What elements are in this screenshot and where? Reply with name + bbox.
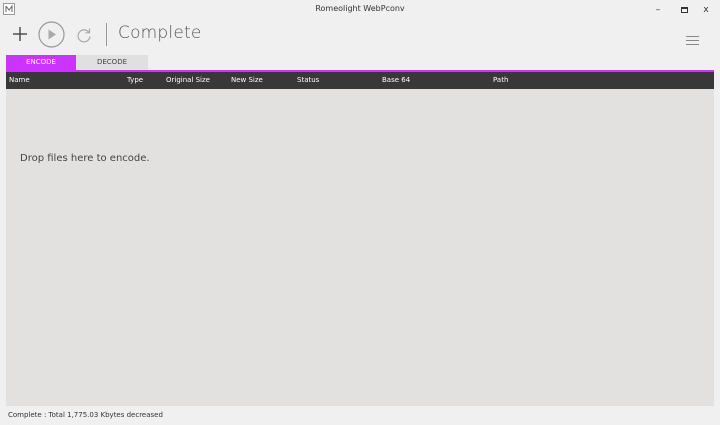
column-header-original-size[interactable]: Original Size [166,72,210,89]
hamburger-menu-icon [686,36,699,37]
column-header-type[interactable]: Type [127,72,143,89]
drop-hint-text: Drop files here to encode. [20,153,150,164]
status-heading: Complete [118,23,202,43]
hamburger-line [686,40,699,41]
hamburger-menu-button[interactable] [686,36,699,46]
column-header-status[interactable]: Status [297,72,319,89]
toolbar-separator [106,23,107,46]
status-bar-text: Complete : Total 1,775.03 Kbytes decreas… [8,411,163,419]
maximize-button[interactable] [673,2,695,18]
start-encode-button[interactable] [38,21,65,48]
title-bar: Romeolight WebPconv – x [0,0,720,20]
column-header-name[interactable]: Name [9,72,30,89]
tab-encode[interactable]: ENCODE [6,55,76,70]
file-drop-area[interactable]: Drop files here to encode. [6,89,714,406]
minimize-button[interactable]: – [647,2,669,18]
close-button[interactable]: x [695,2,717,18]
refresh-button[interactable] [75,26,92,43]
add-files-button[interactable] [11,25,29,43]
column-header-new-size[interactable]: New Size [231,72,263,89]
tab-decode[interactable]: DECODE [76,55,148,70]
column-header-base64[interactable]: Base 64 [382,72,410,89]
play-circle-icon [38,21,65,48]
window-title: Romeolight WebPconv [315,4,405,13]
plus-icon [13,27,27,41]
file-table-header: Name Type Original Size New Size Status … [6,72,714,89]
hamburger-line [686,44,699,45]
maximize-icon [680,7,688,13]
refresh-icon [76,28,91,42]
column-header-path[interactable]: Path [493,72,508,89]
